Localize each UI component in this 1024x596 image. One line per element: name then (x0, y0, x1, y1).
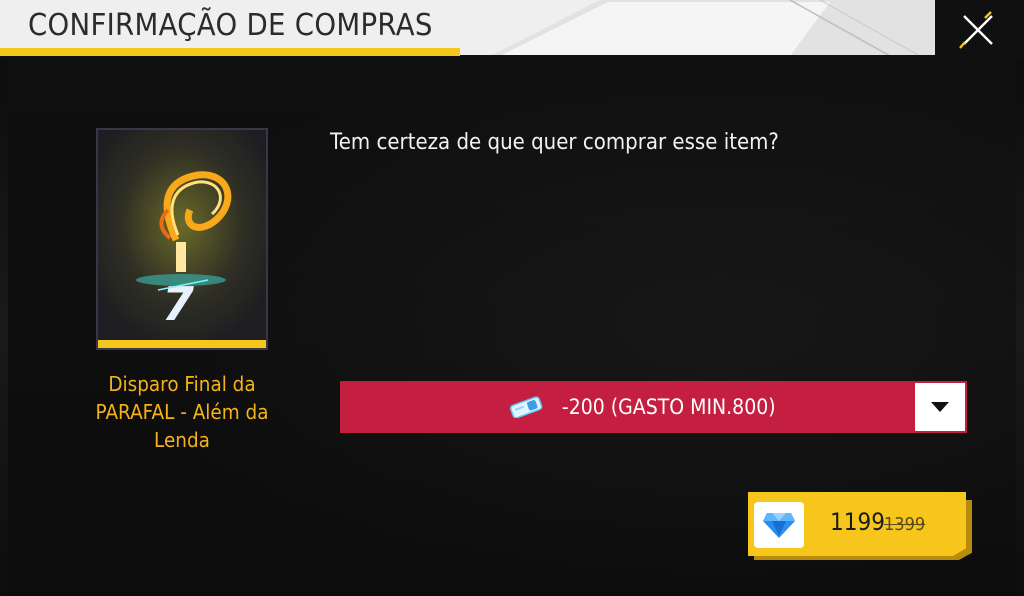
voucher-selected: -200 (GASTO MIN.800) (340, 395, 915, 419)
diamond-icon (763, 513, 795, 538)
confirmation-question: Tem certeza de que quer comprar esse ite… (330, 130, 779, 155)
voucher-label: -200 (GASTO MIN.800) (561, 395, 776, 419)
triangle-down-icon (931, 402, 949, 412)
item-artwork: 7 (98, 130, 266, 340)
right-edge-decoration (1016, 60, 1024, 596)
item-name: Disparo Final da PARAFAL - Além da Lenda (95, 372, 269, 452)
dialog-header: CONFIRMAÇÃO DE COMPRAS (0, 0, 935, 55)
dialog-title: CONFIRMAÇÃO DE COMPRAS (28, 8, 433, 43)
original-price: 1399 (884, 514, 926, 535)
dropdown-toggle[interactable] (915, 383, 965, 431)
item-thumbnail: 7 (96, 128, 268, 350)
purchase-button[interactable]: 1199 1399 (748, 492, 972, 560)
currency-badge (754, 502, 804, 548)
item-rarity-bar (98, 340, 266, 348)
left-edge-decoration (0, 60, 8, 596)
voucher-ticket-icon (509, 396, 543, 418)
current-price: 1199 (830, 508, 885, 536)
close-button[interactable] (950, 6, 1006, 54)
close-icon (959, 11, 993, 49)
voucher-dropdown[interactable]: -200 (GASTO MIN.800) (340, 381, 967, 433)
svg-text:7: 7 (162, 277, 194, 331)
header-decoration (490, 0, 935, 55)
header-accent-bar (0, 48, 460, 56)
